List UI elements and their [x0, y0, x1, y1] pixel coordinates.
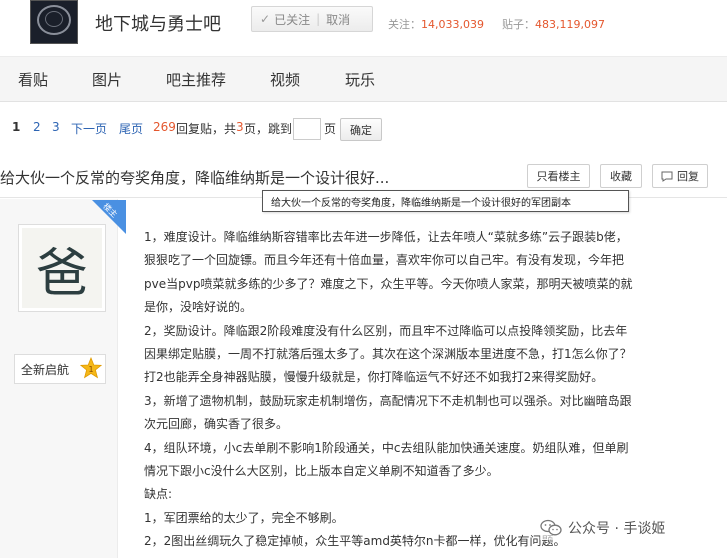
unfollow-link[interactable]: 取消	[326, 11, 350, 28]
content-line: 是你，没啥好说的。	[144, 300, 253, 315]
total-pages: 3	[236, 120, 244, 134]
content-line: pve当pvp喷菜就多练的少多了？难度之下，众生平等。今天你喷人家菜，那明天被喷…	[144, 276, 633, 291]
next-page-link[interactable]: 下一页	[71, 120, 107, 137]
post-title: 给大伙一个反常的夸奖角度，降临维纳斯是一个设计很好...	[0, 169, 390, 187]
tab-featured[interactable]: 吧主推荐	[166, 69, 226, 90]
followers-label: 关注：	[388, 18, 421, 31]
forum-stats: 关注：14,033,039 贴子：483,119,097	[388, 16, 605, 32]
content-line: 1，难度设计。降临维纳斯容错率比去年进一步降低，让去年喷人“菜就多练”云子跟装b…	[144, 230, 628, 244]
post-content: 1，难度设计。降临维纳斯容错率比去年进一步降低，让去年喷人“菜就多练”云子跟装b…	[144, 226, 704, 554]
content-line: 打2也能弄全身神器贴膜，慢慢升级就是，你打降临运气不好还不如我打2来得奖励好。	[144, 370, 604, 385]
level-number: 1	[88, 365, 93, 374]
pagination: 1 2 3 下一页 尾页 269 回复贴，共 3 页，跳到 页 确定	[0, 110, 727, 146]
content-line: 4，组队环境，小c去单刷不影响1阶段通关，中c去组队能加快通关速度。奶组队难，但…	[144, 440, 629, 455]
avatar[interactable]: 爸	[18, 224, 106, 312]
page-1-current: 1	[12, 120, 21, 134]
follow-button[interactable]: ✓ 已关注 | 取消	[251, 6, 373, 32]
posts-count: 483,119,097	[534, 18, 605, 31]
forum-logo[interactable]	[30, 0, 78, 44]
tab-videos[interactable]: 视频	[270, 69, 300, 90]
content-line: 情况下跟小c没什么大区别，比上版本自定义单刷不知道香了多少。	[144, 464, 499, 479]
collect-button[interactable]: 收藏	[600, 164, 642, 188]
tab-images[interactable]: 图片	[92, 69, 122, 90]
confirm-button[interactable]: 确定	[340, 118, 382, 141]
forum-name[interactable]: 地下城与勇士吧	[95, 10, 221, 36]
title-tooltip: 给大伙一个反常的夸奖角度，降临维纳斯是一个设计很好的军团副本	[262, 190, 629, 212]
content-line: 3，新增了遗物机制，鼓励玩家走机制增伤，高配情况下不走机制也可以强杀。对比幽暗岛…	[144, 393, 632, 408]
posts-label: 贴子：	[501, 18, 535, 31]
level-badge-icon: 1	[80, 357, 102, 379]
reply-count: 269	[153, 120, 176, 134]
tab-play[interactable]: 玩乐	[345, 69, 375, 90]
avatar-image: 爸	[22, 228, 102, 308]
page-jump-input[interactable]	[293, 118, 321, 140]
divider: |	[316, 12, 321, 26]
pages-suffix: 页，跳到	[244, 122, 293, 136]
only-owner-button[interactable]: 只看楼主	[527, 164, 590, 188]
forum-header: 地下城与勇士吧 ✓ 已关注 | 取消 关注：14,033,039 贴子：483,1…	[0, 0, 727, 52]
page-unit: 页	[324, 122, 337, 136]
page-3-link[interactable]: 3	[52, 120, 60, 134]
followers-count: 14,033,039	[421, 18, 484, 31]
reply-button[interactable]: 回复	[652, 164, 708, 188]
content-line: 次元回廊，确实香了很多。	[144, 417, 289, 432]
wechat-icon	[540, 519, 562, 536]
watermark: 公众号 · 手谈姬	[540, 516, 666, 540]
last-page-link[interactable]: 尾页	[119, 120, 143, 137]
forum-nav: 看贴 图片 吧主推荐 视频 玩乐	[0, 56, 727, 102]
content-line: 狠狠吃了一个回旋镖。而且今年还有十倍血量，喜欢牢你可以自己牢。有没有发现，今年把	[144, 253, 625, 268]
comment-icon	[661, 171, 673, 182]
tab-view-posts[interactable]: 看贴	[18, 69, 48, 90]
check-icon: ✓	[260, 12, 271, 26]
page-2-link[interactable]: 2	[33, 120, 41, 134]
content-line: 2，奖励设计。降临跟2阶段难度没有什么区别，而且牢不过降临可以点投降领奖励，比去…	[144, 323, 628, 338]
reply-label: 回复	[677, 170, 699, 183]
followed-label: 已关注	[274, 12, 311, 27]
watermark-text: 公众号 · 手谈姬	[568, 521, 666, 537]
content-line: 因果绑定贴膜，一周不打就落后强太多了。其次在这个深渊版本里进度不急，打1怎么你了…	[144, 347, 632, 362]
reply-suffix: 回复贴，共	[176, 122, 237, 136]
content-line: 缺点:	[144, 487, 173, 502]
